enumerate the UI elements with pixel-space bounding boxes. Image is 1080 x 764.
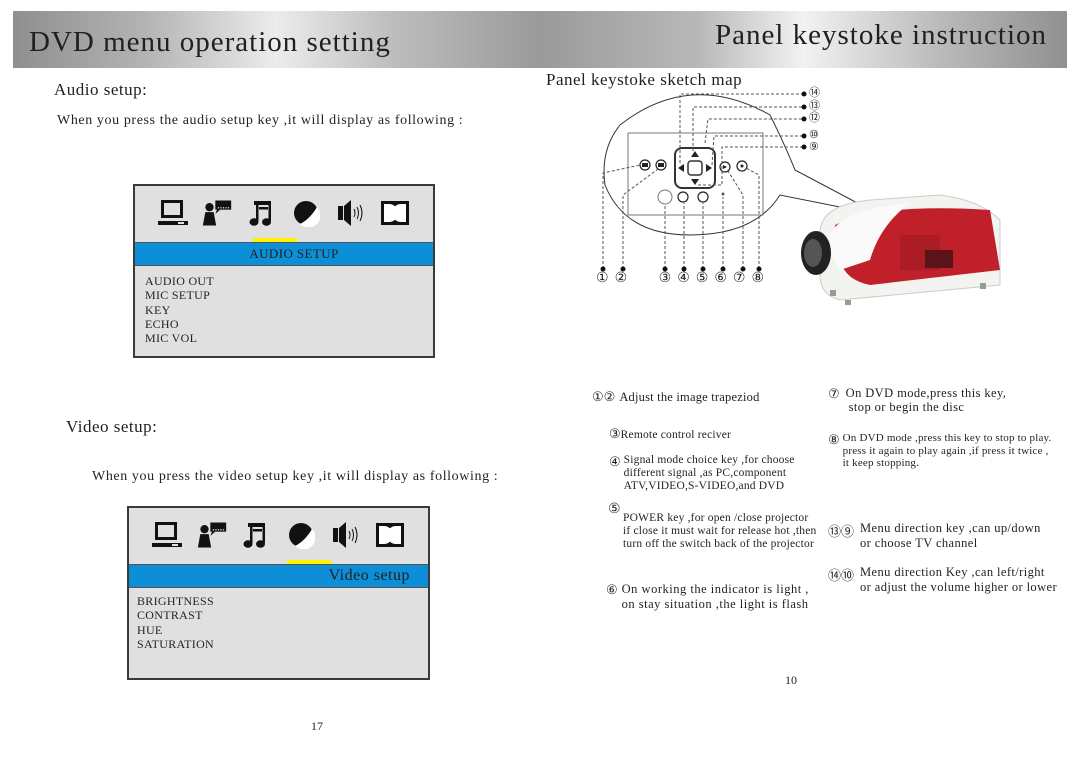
dolby-icon[interactable] [380, 198, 410, 228]
osd-menu-list: BRIGHTNESS CONTRAST HUE SATURATION [137, 594, 214, 651]
video-setup-osd: Video setup BRIGHTNESS CONTRAST HUE SATU… [127, 506, 430, 680]
power-button [697, 191, 709, 203]
osd-menu-item-saturation[interactable]: SATURATION [137, 637, 214, 651]
projector-image [801, 194, 1001, 305]
callout-7: ⑦ [732, 271, 752, 286]
legend-item-13-9: ⑬⑨ Menu direction key ,can up/down or ch… [828, 521, 1041, 550]
osd-menu-item-echo[interactable]: ECHO [145, 317, 214, 331]
legend-item-5: ⑤ POWER key ,for open /close projector i… [608, 502, 817, 550]
audio-setup-heading: Audio setup: [54, 80, 148, 99]
callout-3: ③ [658, 271, 678, 286]
callout-14: ⑭ [809, 87, 820, 99]
source-button [677, 191, 689, 203]
callout-6: ⑥ [714, 271, 733, 286]
osd-title-bar: AUDIO SETUP [135, 242, 433, 266]
osd-menu-item-audio-out[interactable]: AUDIO OUT [145, 274, 214, 288]
indicator-led [721, 192, 725, 196]
left-page-title: DVD menu operation setting [29, 26, 391, 58]
callout-10: ⑩ [809, 128, 819, 141]
video-setup-heading: Video setup: [66, 417, 158, 436]
callout-13: ⑬ [809, 99, 820, 112]
person-speech-icon[interactable] [197, 520, 227, 550]
callout-5: ⑤ [695, 271, 715, 286]
left-banner: DVD menu operation setting [13, 11, 540, 68]
speaker-icon[interactable] [330, 520, 360, 550]
arrow-down-icon [691, 179, 699, 185]
monitor-icon[interactable] [152, 520, 183, 550]
video-setup-intro: When you press the video setup key ,it w… [92, 469, 499, 484]
ir-receiver [657, 189, 673, 205]
osd-menu-list: AUDIO OUT MIC SETUP KEY ECHO MIC VOL [145, 274, 214, 345]
osd-menu-item-contrast[interactable]: CONTRAST [137, 608, 214, 622]
legend-item-3: ③Remote control reciver [609, 426, 732, 441]
arrow-right-icon [706, 164, 712, 172]
monitor-icon[interactable] [158, 198, 189, 228]
legend-item-1-2: ①② Adjust the image trapeziod [592, 389, 760, 404]
osd-title-bar: Video setup [129, 564, 428, 588]
arrow-up-icon [691, 151, 699, 157]
legend-item-6: ⑥ On working the indicator is light , on… [606, 582, 809, 611]
callout-9: ⑨ [809, 141, 819, 153]
audio-setup-intro: When you press the audio setup key ,it w… [57, 113, 464, 128]
right-banner: Panel keystoke instruction [540, 11, 1067, 68]
osd-title: Video setup [328, 567, 410, 584]
callout-1: ① [596, 271, 615, 286]
osd-menu-item-brightness[interactable]: BRIGHTNESS [137, 594, 214, 608]
legend-item-7: ⑦ On DVD mode,press this key, stop or be… [828, 386, 1007, 414]
callout-numbers-bottom: ①② ③④⑤⑥⑦⑧ [596, 270, 770, 287]
osd-menu-item-key[interactable]: KEY [145, 303, 214, 317]
audio-setup-osd: AUDIO SETUP AUDIO OUT MIC SETUP KEY ECHO… [133, 184, 435, 358]
right-page-title: Panel keystoke instruction [714, 19, 1047, 51]
osd-menu-item-mic-setup[interactable]: MIC SETUP [145, 288, 214, 302]
legend-item-4: ④ Signal mode choice key ,for choose dif… [609, 454, 795, 492]
arrow-left-icon [678, 164, 684, 172]
music-note-icon[interactable] [247, 198, 277, 228]
callout-numbers-right: ⑭ ⑬ ⑫ ⑩ ⑨ [809, 87, 820, 154]
osd-title: AUDIO SETUP [249, 246, 339, 261]
dolby-icon[interactable] [375, 520, 405, 550]
osd-menu-item-hue[interactable]: HUE [137, 623, 214, 637]
speaker-icon[interactable] [335, 198, 365, 228]
person-speech-icon[interactable] [202, 198, 232, 228]
right-page-number: 10 [785, 673, 797, 687]
contrast-icon[interactable] [286, 520, 316, 550]
callout-4: ④ [677, 271, 696, 286]
dpad-ok-button [687, 160, 703, 176]
callout-8: ⑧ [751, 271, 770, 286]
legend-item-8: ⑧ On DVD mode ,press this key to stop to… [828, 432, 1052, 469]
callout-12: ⑫ [809, 112, 820, 124]
left-page-number: 17 [311, 719, 323, 733]
legend-item-14-10: ⑭⑩ Menu direction Key ,can left/right or… [828, 565, 1058, 594]
osd-icon-row [129, 520, 428, 550]
osd-menu-item-mic-vol[interactable]: MIC VOL [145, 331, 214, 345]
callout-2: ② [614, 271, 634, 286]
music-note-icon[interactable] [241, 520, 271, 550]
osd-icon-row [135, 198, 433, 228]
contrast-icon[interactable] [291, 198, 321, 228]
